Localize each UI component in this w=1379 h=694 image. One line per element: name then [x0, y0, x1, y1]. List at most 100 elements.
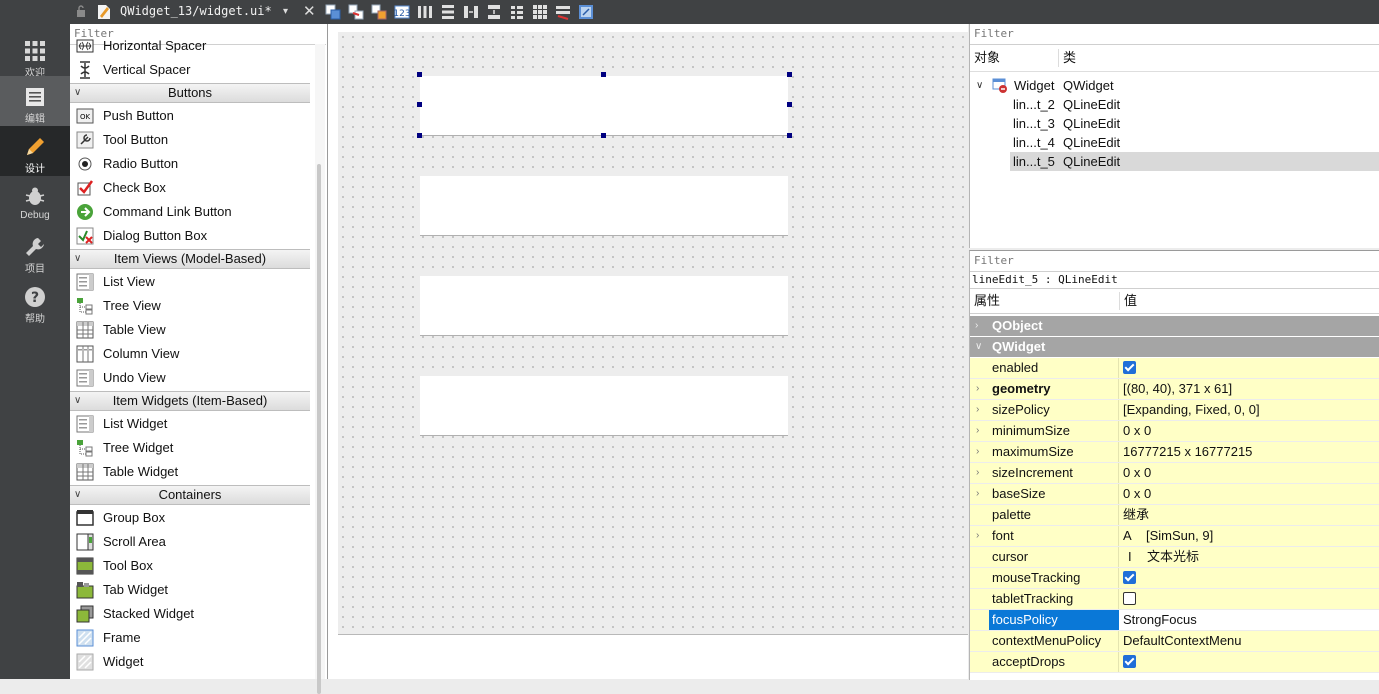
- widget-item-check-box[interactable]: Check Box: [70, 176, 310, 200]
- widget-item-tool-button[interactable]: Tool Button: [70, 128, 310, 152]
- property-row-mousetracking[interactable]: mouseTracking: [970, 568, 1379, 589]
- column-header-value[interactable]: 值: [1124, 289, 1137, 313]
- column-header-object[interactable]: 对象: [974, 45, 1000, 71]
- layout-vertical-splitter-icon[interactable]: [486, 4, 502, 20]
- widget-item-stacked-widget[interactable]: Stacked Widget: [70, 602, 310, 626]
- widget-item-list-widget[interactable]: List Widget: [70, 412, 310, 436]
- widget-item-horizontal-spacer[interactable]: Horizontal Spacer: [70, 34, 310, 58]
- property-row-contextmenupolicy[interactable]: contextMenuPolicy DefaultContextMenu: [970, 631, 1379, 652]
- widget-item-table-widget[interactable]: Table Widget: [70, 460, 310, 484]
- category-header-item-widgets[interactable]: ∨ Item Widgets (Item-Based): [70, 391, 310, 411]
- property-row-basesize[interactable]: › baseSize 0 x 0: [970, 484, 1379, 505]
- chevron-right-icon[interactable]: ›: [976, 379, 979, 399]
- tablettracking-checkbox[interactable]: [1123, 592, 1136, 605]
- property-row-focuspolicy[interactable]: focusPolicy StrongFocus: [970, 610, 1379, 631]
- chevron-right-icon[interactable]: ›: [976, 421, 979, 441]
- widget-item-tree-view[interactable]: Tree View: [70, 294, 310, 318]
- widget-item-tab-widget[interactable]: Tab Widget: [70, 578, 310, 602]
- property-row-maximumsize[interactable]: › maximumSize 16777215 x 16777215: [970, 442, 1379, 463]
- form-canvas[interactable]: [338, 32, 968, 635]
- line-edit-5[interactable]: [420, 376, 788, 436]
- file-name-combo[interactable]: QWidget_13/widget.ui*: [120, 4, 272, 18]
- property-group-qobject[interactable]: › QObject: [970, 316, 1379, 336]
- selection-handle[interactable]: [417, 133, 422, 138]
- edit-tab-order-icon[interactable]: 123: [394, 4, 410, 20]
- edit-widgets-icon[interactable]: [325, 4, 341, 20]
- widget-item-tree-widget[interactable]: Tree Widget: [70, 436, 310, 460]
- line-edit-2[interactable]: [420, 76, 788, 136]
- widget-item-list-view[interactable]: List View: [70, 270, 310, 294]
- widget-item-frame[interactable]: Frame: [70, 626, 310, 650]
- line-edit-4[interactable]: [420, 276, 788, 336]
- column-header-property[interactable]: 属性: [974, 289, 1000, 313]
- adjust-size-icon[interactable]: [578, 4, 594, 20]
- widget-box-scrollbar-thumb[interactable]: [317, 164, 321, 694]
- line-edit-3[interactable]: [420, 176, 788, 236]
- object-row-lineedit-2[interactable]: lin...t_2 QLineEdit: [970, 95, 1379, 114]
- property-row-cursor[interactable]: cursor I 文本光标: [970, 547, 1379, 568]
- mode-help[interactable]: ? 帮助: [0, 276, 70, 326]
- break-layout-icon[interactable]: [555, 4, 571, 20]
- chevron-right-icon[interactable]: ›: [976, 526, 979, 546]
- mousetracking-checkbox[interactable]: [1123, 571, 1136, 584]
- acceptdrops-checkbox[interactable]: [1123, 655, 1136, 668]
- mode-welcome[interactable]: 欢迎: [0, 30, 70, 80]
- layout-horizontal-icon[interactable]: [417, 4, 433, 20]
- widget-item-table-view[interactable]: Table View: [70, 318, 310, 342]
- widget-item-column-view[interactable]: Column View: [70, 342, 310, 366]
- object-row-lineedit-3[interactable]: lin...t_3 QLineEdit: [970, 114, 1379, 133]
- property-row-geometry[interactable]: › geometry [(80, 40), 371 x 61]: [970, 379, 1379, 400]
- widget-item-undo-view[interactable]: Undo View: [70, 366, 310, 390]
- object-filter-input[interactable]: [970, 24, 1378, 42]
- edit-signals-icon[interactable]: [348, 4, 364, 20]
- widget-item-group-box[interactable]: Group Box: [70, 506, 310, 530]
- layout-grid-icon[interactable]: [532, 4, 548, 20]
- chevron-right-icon[interactable]: ›: [976, 484, 979, 504]
- selection-handle[interactable]: [601, 133, 606, 138]
- property-row-enabled[interactable]: enabled: [970, 358, 1379, 379]
- mode-edit[interactable]: 编辑: [0, 76, 70, 126]
- selection-handle[interactable]: [417, 72, 422, 77]
- property-row-sizeincrement[interactable]: › sizeIncrement 0 x 0: [970, 463, 1379, 484]
- widget-item-radio-button[interactable]: Radio Button: [70, 152, 310, 176]
- layout-horizontal-splitter-icon[interactable]: [463, 4, 479, 20]
- widget-item-push-button[interactable]: OK Push Button: [70, 104, 310, 128]
- selection-handle[interactable]: [787, 72, 792, 77]
- category-header-item-views[interactable]: ∨ Item Views (Model-Based): [70, 249, 310, 269]
- chevron-right-icon[interactable]: ›: [976, 400, 979, 420]
- property-row-sizepolicy[interactable]: › sizePolicy [Expanding, Fixed, 0, 0]: [970, 400, 1379, 421]
- category-header-buttons[interactable]: ∨ Buttons: [70, 83, 310, 103]
- selection-handle[interactable]: [787, 133, 792, 138]
- category-header-containers[interactable]: ∨ Containers: [70, 485, 310, 505]
- object-row-lineedit-4[interactable]: lin...t_4 QLineEdit: [970, 133, 1379, 152]
- property-filter-input[interactable]: [970, 251, 1378, 269]
- property-row-palette[interactable]: palette 继承: [970, 505, 1379, 526]
- widget-item-command-link-button[interactable]: Command Link Button: [70, 200, 310, 224]
- selection-handle[interactable]: [787, 102, 792, 107]
- widget-item-tool-box[interactable]: Tool Box: [70, 554, 310, 578]
- object-row-widget[interactable]: ∨ Widget QWidget: [970, 76, 1379, 95]
- widget-item-dialog-button-box[interactable]: Dialog Button Box: [70, 224, 310, 248]
- chevron-down-icon[interactable]: ▾: [283, 6, 288, 17]
- property-row-minimumsize[interactable]: › minimumSize 0 x 0: [970, 421, 1379, 442]
- mode-design[interactable]: 设计: [0, 126, 70, 176]
- chevron-down-icon[interactable]: ∨: [976, 76, 983, 95]
- layout-vertical-icon[interactable]: [440, 4, 456, 20]
- object-row-lineedit-5[interactable]: lin...t_5 QLineEdit: [1010, 152, 1379, 171]
- layout-form-icon[interactable]: [509, 4, 525, 20]
- selection-handle[interactable]: [601, 72, 606, 77]
- edit-buddies-icon[interactable]: [371, 4, 387, 20]
- widget-item-vertical-spacer[interactable]: Vertical Spacer: [70, 58, 310, 82]
- property-row-tablettracking[interactable]: tabletTracking: [970, 589, 1379, 610]
- property-group-qwidget[interactable]: ∨ QWidget: [970, 337, 1379, 357]
- property-row-font[interactable]: › font A [SimSun, 9]: [970, 526, 1379, 547]
- mode-projects[interactable]: 项目: [0, 226, 70, 276]
- mode-debug[interactable]: Debug: [0, 176, 70, 226]
- widget-item-scroll-area[interactable]: Scroll Area: [70, 530, 310, 554]
- chevron-right-icon[interactable]: ›: [976, 442, 979, 462]
- column-header-class[interactable]: 类: [1063, 45, 1076, 71]
- selection-handle[interactable]: [417, 102, 422, 107]
- enabled-checkbox[interactable]: [1123, 361, 1136, 374]
- close-icon[interactable]: ✕: [303, 2, 316, 20]
- widget-item-widget[interactable]: Widget: [70, 650, 310, 674]
